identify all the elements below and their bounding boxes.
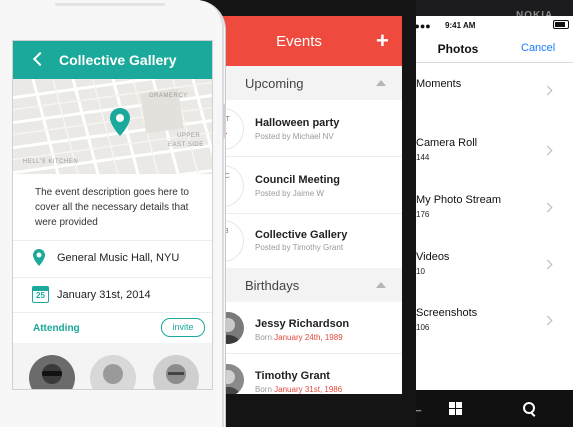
collapse-arrow-icon[interactable] xyxy=(376,80,386,86)
album-count: 176 xyxy=(416,210,430,219)
battery-icon xyxy=(553,20,569,29)
windows-start-icon[interactable] xyxy=(449,402,462,415)
map-label: GRAMERCY xyxy=(149,93,188,99)
photos-nav-title: Photos xyxy=(437,42,479,56)
born-prefix: Born xyxy=(255,385,272,394)
event-name: Collective Gallery xyxy=(255,229,348,241)
event-posted-by: Posted by Jaime W xyxy=(255,189,324,198)
divider xyxy=(13,240,212,241)
location-pin-icon xyxy=(33,249,45,266)
birthday-row-timothy[interactable]: Timothy Grant Born January 31st, 1986 xyxy=(214,354,402,394)
event-row-collective-gallery[interactable]: FEB 3 Collective Gallery Posted by Timot… xyxy=(214,214,402,268)
event-row-halloween[interactable]: OCT 31 Halloween party Posted by Michael… xyxy=(214,100,402,157)
birthdays-label: Birthdays xyxy=(245,278,300,293)
birthday-name: Jessy Richardson xyxy=(255,318,350,330)
calendar-day: 25 xyxy=(36,291,45,300)
divider xyxy=(13,277,212,278)
birthday-name: Timothy Grant xyxy=(255,370,330,382)
divider xyxy=(13,312,212,313)
back-chevron-icon[interactable] xyxy=(32,51,48,67)
map-label: HELL'S KITCHEN xyxy=(23,159,79,165)
event-posted-by: Posted by Timothy Grant xyxy=(255,243,344,252)
birthday-born: Born January 24th, 1989 xyxy=(255,333,343,342)
event-posted-by: Posted by Michael NV xyxy=(255,132,334,141)
event-detail-screen: Collective Gallery GRAMERCY UPPER EAST S… xyxy=(12,40,213,390)
events-screen: Events + Upcoming OCT 31 Halloween party… xyxy=(214,16,402,394)
birthdays-section-header[interactable]: Birthdays xyxy=(214,268,402,302)
album-title: Screenshots xyxy=(416,307,478,319)
event-date: January 31st, 2014 xyxy=(57,289,151,301)
event-map[interactable]: GRAMERCY UPPER EAST SIDE HELL'S KITCHEN xyxy=(13,79,212,174)
nav-divider xyxy=(409,62,573,63)
events-app-bar: Events + xyxy=(214,16,402,66)
map-label: EAST SIDE xyxy=(168,142,204,148)
calendar-icon: 25 xyxy=(32,286,49,303)
birthday-row-jessy[interactable]: Jessy Richardson Born January 24th, 1989 xyxy=(214,302,402,354)
windows-nav-bar: ← xyxy=(404,390,573,427)
add-event-button[interactable]: + xyxy=(376,30,389,52)
events-title: Events xyxy=(276,33,322,50)
attending-label: Attending xyxy=(33,323,80,334)
album-title: Camera Roll xyxy=(416,137,478,149)
born-date: January 24th, 1989 xyxy=(274,333,343,342)
upcoming-label: Upcoming xyxy=(245,76,304,91)
event-title: Collective Gallery xyxy=(59,52,177,68)
event-venue[interactable]: General Music Hall, NYU xyxy=(57,252,179,264)
album-count: 10 xyxy=(416,267,425,276)
event-description: The event description goes here to cover… xyxy=(35,187,189,228)
album-count: 106 xyxy=(416,323,430,332)
photos-screen: ●●●● 9:41 AM Photos Cancel Moments Camer… xyxy=(409,16,573,390)
collapse-arrow-icon[interactable] xyxy=(376,282,386,288)
attendee-avatar[interactable] xyxy=(153,355,199,389)
invite-button[interactable]: invite xyxy=(161,318,205,337)
born-prefix: Born xyxy=(255,333,272,342)
event-name: Halloween party xyxy=(255,117,340,129)
album-title: My Photo Stream xyxy=(416,194,501,206)
attendee-avatar[interactable] xyxy=(29,355,75,389)
map-label: UPPER xyxy=(177,133,201,139)
iphone-side-button xyxy=(223,104,226,138)
event-header-bar: Collective Gallery xyxy=(13,41,212,79)
status-time: 9:41 AM xyxy=(445,21,476,30)
map-pin-icon[interactable] xyxy=(109,107,131,137)
upcoming-section-header[interactable]: Upcoming xyxy=(214,66,402,100)
iphone-speaker xyxy=(55,3,165,6)
cancel-button[interactable]: Cancel xyxy=(521,42,555,54)
attendee-avatar[interactable] xyxy=(90,355,136,389)
album-count: 144 xyxy=(416,153,430,162)
search-icon[interactable] xyxy=(523,402,536,417)
attendees-strip xyxy=(13,343,212,389)
birthday-born: Born January 31st, 1986 xyxy=(255,385,342,394)
event-name: Council Meeting xyxy=(255,174,340,186)
event-row-council-meeting[interactable]: DEC 1 Council Meeting Posted by Jaime W xyxy=(214,157,402,214)
born-date: January 31st, 1986 xyxy=(274,385,343,394)
album-title: Videos xyxy=(416,251,450,263)
